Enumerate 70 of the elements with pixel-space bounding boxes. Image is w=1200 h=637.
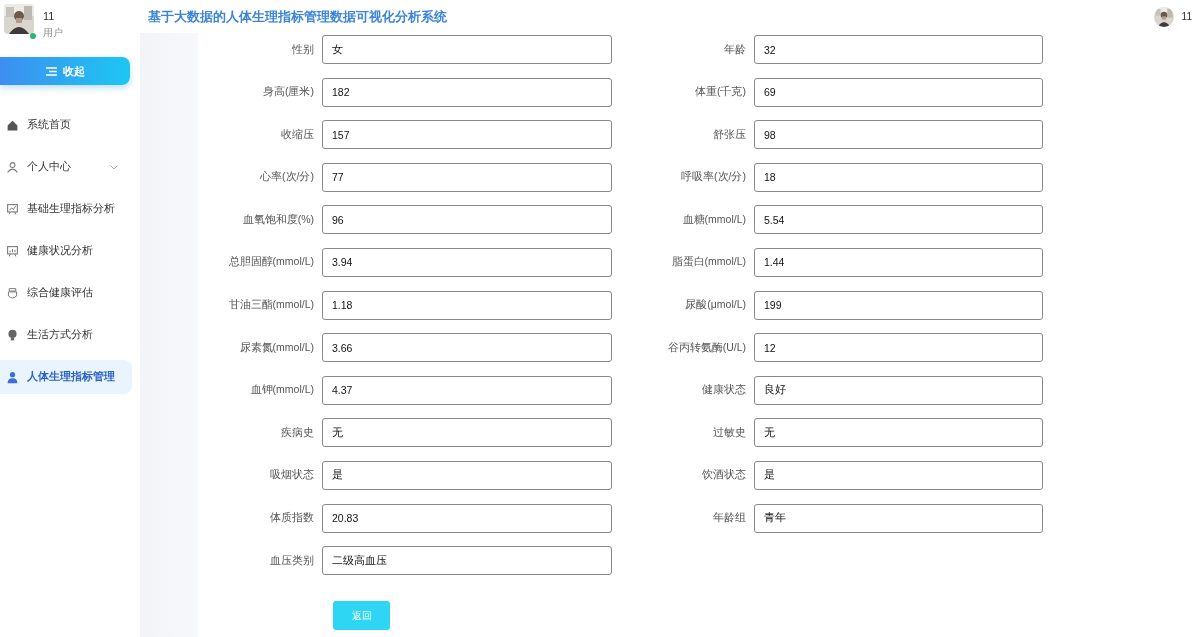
field-label: 总胆固醇(mmol/L) [227, 255, 315, 270]
field-label: 呼吸率(次/分) [680, 170, 747, 185]
menu-item[interactable]: 基础生理指标分析 [0, 192, 132, 226]
field-label: 体质指数 [269, 511, 315, 526]
field-label: 心率(次/分) [259, 170, 315, 185]
app-title: 基于大数据的人体生理指标管理数据可视化分析系统 [148, 7, 447, 26]
field-label: 血糖(mmol/L) [681, 212, 747, 227]
value-field[interactable]: 98 [754, 120, 1043, 150]
cup-icon [6, 286, 19, 300]
menu-icon [45, 66, 57, 76]
field-label: 血钾(mmol/L) [249, 383, 315, 398]
field-label: 谷丙转氨酶(U/L) [666, 340, 747, 355]
value-field[interactable]: 1.18 [322, 290, 612, 320]
chart-board-icon [6, 244, 19, 258]
value-field[interactable]: 良好 [754, 375, 1043, 405]
value-field[interactable]: 3.66 [322, 333, 612, 363]
field-label: 年龄组 [712, 511, 747, 526]
field-label: 收缩压 [280, 127, 315, 142]
field-label: 过敏史 [712, 425, 747, 440]
value-field[interactable]: 3.94 [322, 247, 612, 277]
field-label: 血氧饱和度(%) [241, 212, 315, 227]
menu-item[interactable]: 系统首页 [0, 108, 132, 142]
field-label: 血压类别 [269, 553, 315, 568]
person-icon [6, 370, 19, 384]
value-field[interactable]: 182 [322, 77, 612, 107]
value-field[interactable]: 1.44 [754, 247, 1043, 277]
value-field[interactable]: 无 [322, 418, 612, 448]
menu-item[interactable]: 综合健康评估 [0, 276, 132, 310]
chevron-down-icon [110, 164, 118, 170]
menu-item[interactable]: 人体生理指标管理 [0, 360, 132, 394]
menu-item[interactable]: 个人中心 [0, 150, 132, 184]
value-field[interactable]: 无 [754, 418, 1043, 448]
value-field[interactable]: 96 [322, 205, 612, 235]
field-label: 体重(千克) [694, 85, 747, 100]
value-field[interactable]: 69 [754, 77, 1043, 107]
field-label: 饮酒状态 [701, 468, 747, 483]
field-label: 吸烟状态 [269, 468, 315, 483]
value-field[interactable]: 199 [754, 290, 1043, 320]
value-field[interactable]: 青年 [754, 503, 1043, 533]
value-field[interactable]: 女 [322, 35, 612, 64]
value-field[interactable]: 是 [322, 460, 612, 490]
value-field[interactable]: 18 [754, 162, 1043, 192]
menu-item[interactable]: 生活方式分析 [0, 318, 132, 352]
user-name: 11 [1181, 11, 1192, 22]
person-icon [6, 160, 19, 174]
chart-board-icon [6, 202, 19, 216]
value-field[interactable]: 是 [754, 460, 1043, 490]
menu-item[interactable]: 健康状况分析 [0, 234, 132, 268]
home-icon [6, 118, 19, 132]
user-role: 用户 [43, 26, 63, 40]
value-field[interactable]: 5.54 [754, 205, 1043, 235]
field-label: 脂蛋白(mmol/L) [670, 255, 747, 270]
field-label: 疾病史 [280, 425, 315, 440]
field-label: 年龄 [723, 42, 747, 57]
field-label: 健康状态 [701, 383, 747, 398]
value-field[interactable]: 20.83 [322, 503, 612, 533]
field-label: 性别 [291, 42, 315, 57]
user-name: 11 [43, 10, 56, 22]
value-field[interactable]: 12 [754, 333, 1043, 363]
value-field[interactable]: 32 [754, 35, 1043, 64]
value-field[interactable]: 二级高血压 [322, 546, 612, 576]
field-label: 舒张压 [712, 127, 747, 142]
bulb-icon [6, 328, 19, 342]
value-field[interactable]: 157 [322, 120, 612, 150]
value-field[interactable]: 77 [322, 162, 612, 192]
field-label: 尿酸(μmol/L) [684, 298, 747, 313]
value-field[interactable]: 4.37 [322, 375, 612, 405]
field-label: 甘油三酯(mmol/L) [227, 298, 315, 313]
field-label: 身高(厘米) [262, 85, 315, 100]
field-label: 尿素氮(mmol/L) [238, 340, 315, 355]
